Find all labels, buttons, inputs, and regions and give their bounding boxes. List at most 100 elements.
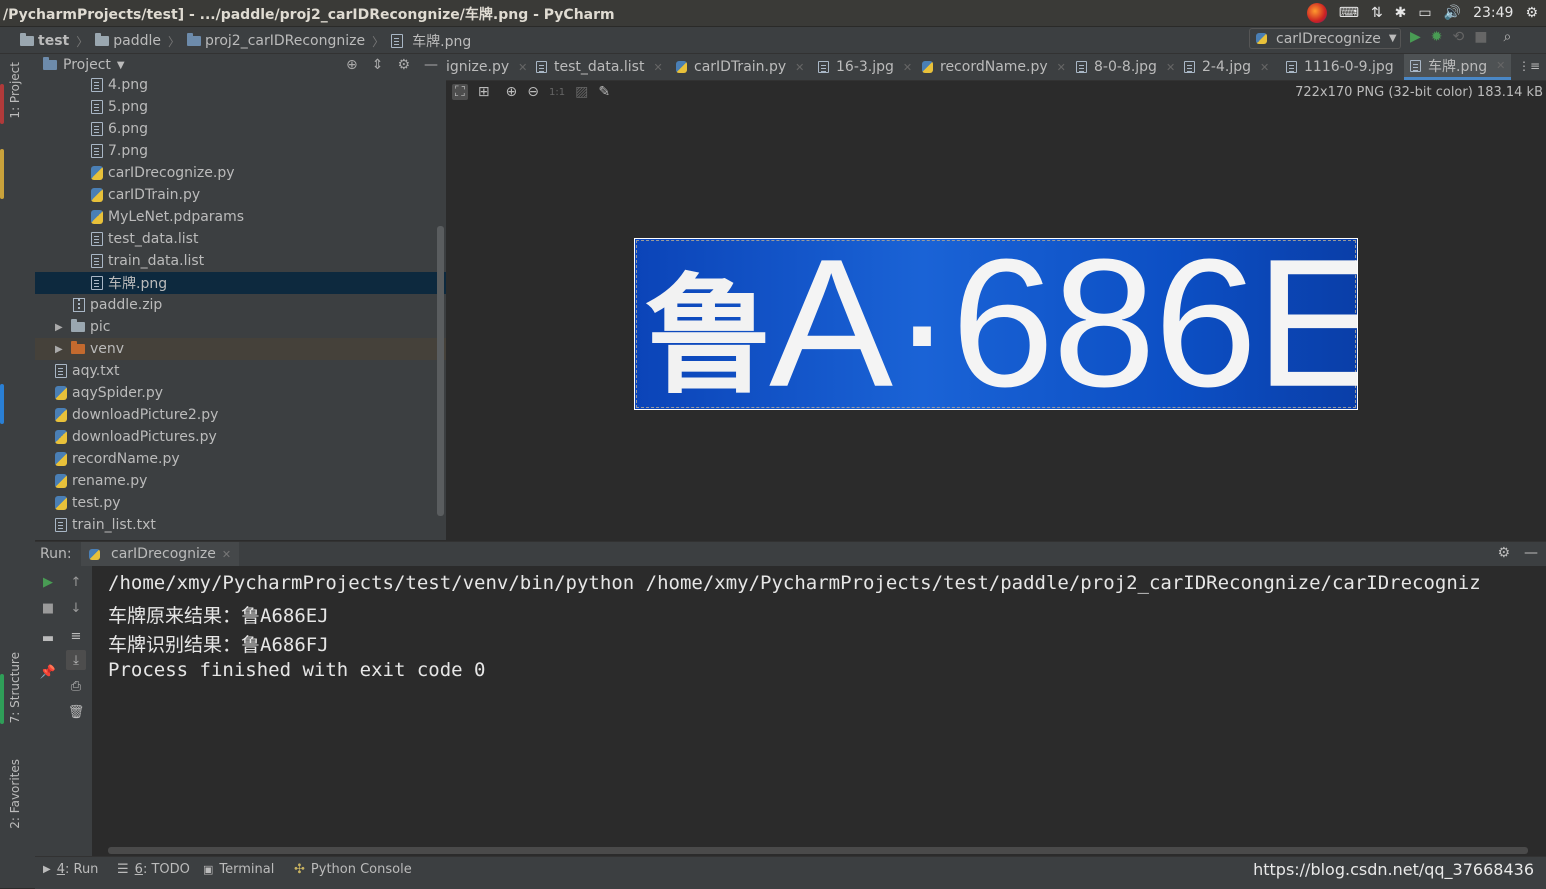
trash-icon[interactable]: 🗑 (66, 702, 86, 722)
expand-arrow-icon[interactable]: ▶ (55, 322, 65, 333)
hide-icon[interactable]: — (424, 57, 438, 73)
tree-item[interactable]: carIDrecognize.py (35, 162, 446, 184)
gear-icon[interactable]: ⚙ (397, 57, 410, 73)
bluetooth-icon[interactable]: ✱ (1395, 5, 1407, 21)
project-view-selector[interactable]: Project ▼ (43, 57, 125, 73)
close-tab-icon[interactable]: ✕ (1166, 61, 1175, 74)
tree-item[interactable]: 车牌.png (35, 272, 446, 294)
editor-tab[interactable]: 16-3.jpg ✕ (818, 54, 912, 80)
fit-zoom-icon[interactable]: ⛶ (452, 84, 468, 100)
tree-item[interactable]: 6.png (35, 118, 446, 140)
editor-tab[interactable]: 车牌.png ✕ (1404, 54, 1512, 80)
close-tab-icon[interactable]: ✕ (1260, 61, 1269, 74)
soft-wrap-icon[interactable]: ≡ (66, 626, 86, 646)
editor-tab[interactable]: test_data.list ✕ (536, 54, 663, 80)
hide-icon[interactable]: — (1524, 545, 1538, 561)
tree-item[interactable]: test_data.list (35, 228, 446, 250)
up-arrow-icon[interactable]: ↑ (66, 572, 86, 592)
close-tab-icon[interactable]: ✕ (1057, 61, 1066, 74)
file-icon (91, 78, 103, 92)
app-logo-icon[interactable] (1306, 3, 1327, 23)
bottom-tab-todo[interactable]: ☰ 6: TODO (117, 862, 190, 877)
breadcrumb-item[interactable]: test (38, 33, 69, 49)
keyboard-icon[interactable]: ⌨ (1339, 5, 1359, 21)
bottom-tab-run[interactable]: ▶ 4: Run (43, 862, 98, 877)
editor-tab[interactable]: carIDTrain.py ✕ (676, 54, 804, 80)
tree-item[interactable]: train_list.txt (35, 514, 446, 536)
tree-item[interactable]: recordName.py (35, 448, 446, 470)
print-icon[interactable]: ⎙ (66, 676, 86, 696)
clock[interactable]: 23:49 (1473, 5, 1513, 21)
tree-item[interactable]: MyLeNet.pdparams (35, 206, 446, 228)
chessboard-icon[interactable]: ▨ (575, 84, 588, 100)
run-config-dropdown[interactable]: carIDrecognize ▼ (1249, 28, 1401, 49)
console-output[interactable]: /home/xmy/PycharmProjects/test/venv/bin/… (92, 566, 1546, 856)
console-horizontal-scrollbar[interactable] (108, 847, 1528, 854)
scroll-to-end-icon[interactable]: ⤓ (66, 650, 86, 670)
bottom-tab-python-console[interactable]: ✣ Python Console (294, 862, 412, 877)
tree-item[interactable]: 4.png (35, 78, 446, 96)
tool-tab-favorites[interactable]: 2: Favorites (8, 759, 22, 829)
battery-icon[interactable]: ▭ (1418, 5, 1431, 21)
network-icon[interactable]: ⇅ (1371, 5, 1383, 21)
rerun-icon[interactable]: ▶ (38, 572, 58, 592)
close-icon[interactable]: ✕ (222, 548, 231, 561)
tab-list-icon[interactable]: ⋮≡ (1518, 59, 1540, 73)
zoom-in-icon[interactable]: ⊕ (506, 84, 518, 100)
stop-icon[interactable]: ■ (1474, 29, 1487, 45)
tool-tab-project[interactable]: 1: Project (8, 62, 22, 119)
tree-item[interactable]: carIDTrain.py (35, 184, 446, 206)
tree-item[interactable]: rename.py (35, 470, 446, 492)
breadcrumb-item[interactable]: proj2_carIDRecongnize (205, 33, 365, 49)
coverage-icon[interactable]: ⟲ (1453, 29, 1465, 45)
bottom-tab-terminal[interactable]: ▣ Terminal (203, 862, 274, 877)
tree-item[interactable]: aqy.txt (35, 360, 446, 382)
settings-gear-icon[interactable]: ⚙ (1525, 5, 1538, 21)
down-arrow-icon[interactable]: ↓ (66, 598, 86, 618)
editor-tab[interactable]: 8-0-8.jpg ✕ (1076, 54, 1175, 80)
close-tab-icon[interactable]: ✕ (795, 61, 804, 74)
breadcrumb-item[interactable]: paddle (113, 33, 161, 49)
tool-tab-structure[interactable]: 7: Structure (8, 652, 22, 723)
project-tree-scrollbar[interactable] (437, 226, 444, 516)
tree-item[interactable]: ▶ pic (35, 316, 446, 338)
run-toolbar: ▶ ✹ ⟲ ■ ⌕ (1410, 29, 1511, 45)
editor-tab[interactable]: recordName.py ✕ (922, 54, 1066, 80)
editor-tab[interactable]: 1116-0-9.jpg✕ (1286, 54, 1412, 80)
terminal-icon: ▣ (203, 863, 214, 876)
breadcrumb-item[interactable]: 车牌.png (412, 31, 471, 51)
tree-item[interactable]: test.py (35, 492, 446, 514)
pin-icon[interactable]: 📌 (38, 662, 58, 682)
editor-tab[interactable]: 2-4.jpg ✕ (1184, 54, 1269, 80)
gear-icon[interactable]: ⚙ (1497, 545, 1510, 561)
editor-tab[interactable]: ignize.py ✕ (446, 54, 527, 80)
tree-item[interactable]: 7.png (35, 140, 446, 162)
run-icon[interactable]: ▶ (1410, 29, 1421, 45)
search-icon[interactable]: ⌕ (1503, 29, 1511, 45)
zoom-out-icon[interactable]: ⊖ (527, 84, 539, 100)
run-tab[interactable]: carIDrecognize ✕ (81, 542, 240, 566)
tree-item[interactable]: downloadPictures.py (35, 426, 446, 448)
tree-item[interactable]: ▶ venv (35, 338, 446, 360)
volume-icon[interactable]: 🔊 (1444, 5, 1461, 21)
close-tab-icon[interactable]: ✕ (903, 61, 912, 74)
image-editor-canvas[interactable]: 鲁 A·686EJ (446, 107, 1546, 540)
close-tab-icon[interactable]: ✕ (1496, 59, 1505, 72)
tree-item[interactable]: 5.png (35, 96, 446, 118)
expand-arrow-icon[interactable]: ▶ (55, 344, 65, 355)
collapse-all-icon[interactable]: ⇕ (372, 57, 384, 73)
locate-icon[interactable]: ⊕ (346, 57, 358, 73)
tree-item[interactable]: aqySpider.py (35, 382, 446, 404)
tree-item[interactable]: downloadPicture2.py (35, 404, 446, 426)
tree-item[interactable]: train_data.list (35, 250, 446, 272)
tree-item[interactable]: paddle.zip (35, 294, 446, 316)
close-tab-icon[interactable]: ✕ (653, 61, 662, 74)
layout-icon[interactable]: ▬ (38, 628, 58, 648)
close-tab-icon[interactable]: ✕ (518, 61, 527, 74)
actual-size-button[interactable]: 1:1 (549, 87, 565, 98)
stop-icon[interactable]: ■ (38, 598, 58, 618)
grid-icon[interactable]: ⊞ (478, 84, 490, 100)
debug-icon[interactable]: ✹ (1431, 29, 1443, 45)
color-picker-icon[interactable]: ✎ (598, 84, 610, 100)
run-side-toolbar: ▶ ↑ ■ ↓ ▬ ≡ ⤓ 📌 ⎙ 🗑 (35, 566, 92, 856)
